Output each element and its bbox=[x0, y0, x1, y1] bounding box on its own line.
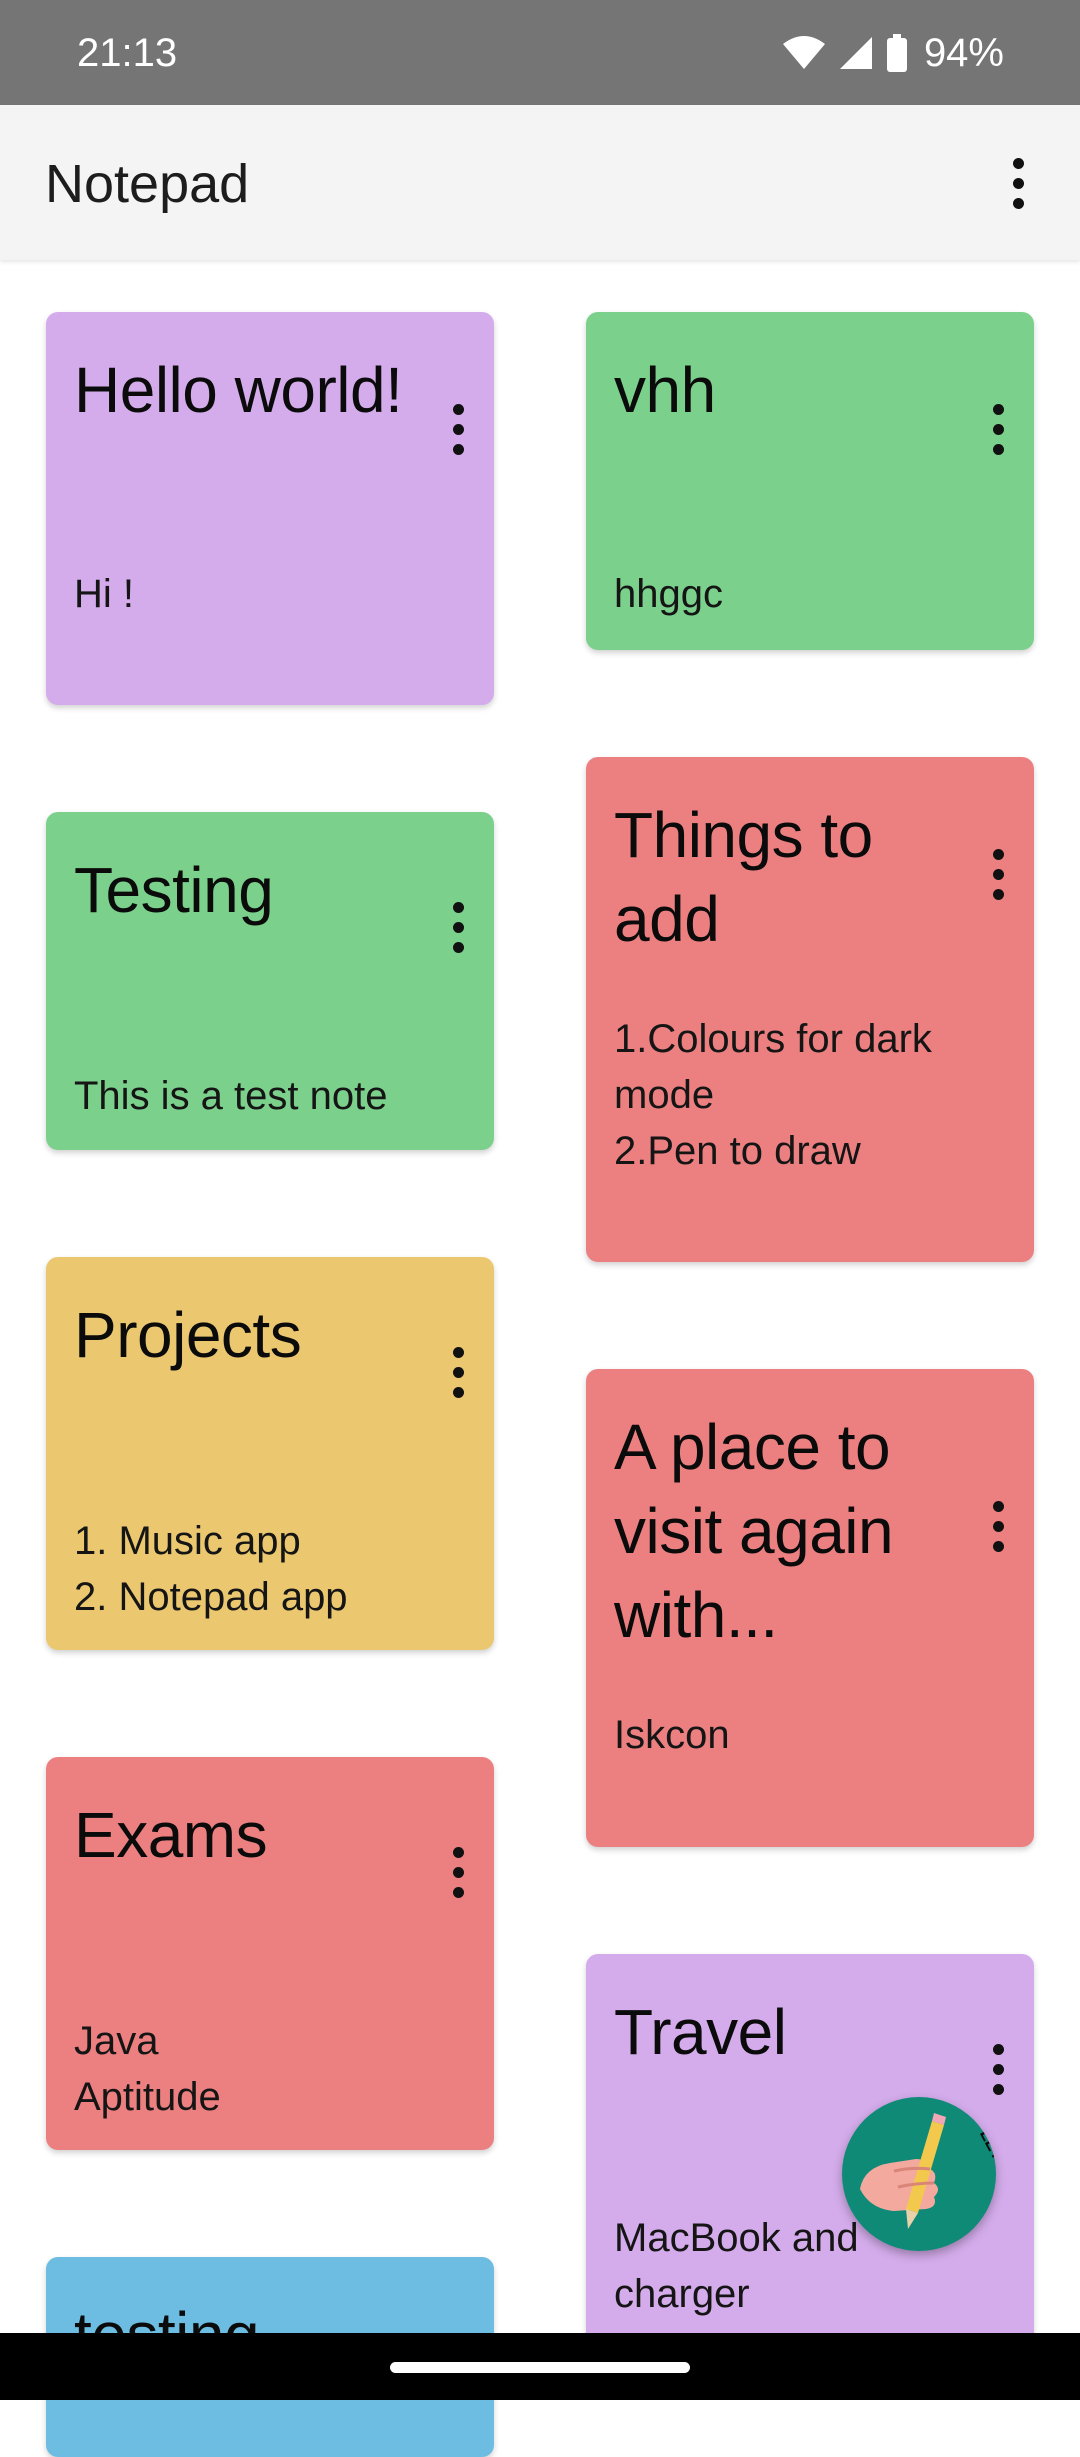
battery-percentage: 94% bbox=[923, 31, 1004, 75]
gesture-handle[interactable] bbox=[390, 2362, 690, 2373]
add-note-button[interactable]: LET'S DO THIS bbox=[842, 2097, 996, 2251]
signal-icon bbox=[838, 35, 874, 71]
note-body: Iskcon bbox=[614, 1713, 730, 1757]
note-body: 1.Colours for dark mode 2.Pen to draw bbox=[614, 1017, 932, 1173]
note-title: Testing bbox=[74, 854, 274, 926]
navigation-bar bbox=[0, 2333, 1080, 2400]
note-body: hhggc bbox=[614, 572, 723, 616]
note-card[interactable]: Projects 1. Music app 2. Notepad app bbox=[46, 1257, 494, 1650]
wifi-icon bbox=[782, 35, 826, 71]
note-card[interactable]: Testing This is a test note bbox=[46, 812, 494, 1150]
note-body: Java Aptitude bbox=[74, 2019, 221, 2119]
note-menu-icon[interactable] bbox=[438, 1347, 478, 1398]
note-title: Hello world! bbox=[74, 354, 403, 426]
status-icons: 94% bbox=[782, 28, 1004, 78]
note-card[interactable]: Exams Java Aptitude bbox=[46, 1757, 494, 2150]
app-bar: Notepad bbox=[0, 105, 1080, 260]
note-title: A place to visit again with... bbox=[614, 1411, 894, 1651]
note-card[interactable]: Hello world! Hi ! bbox=[46, 312, 494, 705]
note-title: vhh bbox=[614, 354, 716, 426]
note-menu-icon[interactable] bbox=[438, 404, 478, 455]
note-menu-icon[interactable] bbox=[438, 902, 478, 953]
note-card[interactable]: A place to visit again with... Iskcon bbox=[586, 1369, 1034, 1847]
status-time: 21:13 bbox=[77, 31, 178, 75]
note-card[interactable]: Things to add 1.Colours for dark mode 2.… bbox=[586, 757, 1034, 1262]
note-menu-icon[interactable] bbox=[978, 2044, 1018, 2095]
app-title: Notepad bbox=[45, 154, 250, 214]
note-title: Things to add bbox=[614, 799, 873, 955]
note-title: Travel bbox=[614, 1996, 787, 2068]
note-title: Projects bbox=[74, 1299, 302, 1371]
note-menu-icon[interactable] bbox=[438, 1847, 478, 1898]
note-menu-icon[interactable] bbox=[978, 1501, 1018, 1552]
note-body: 1. Music app 2. Notepad app bbox=[74, 1519, 348, 1619]
battery-icon bbox=[886, 34, 908, 72]
more-vertical-icon[interactable] bbox=[998, 158, 1038, 209]
note-body: Hi ! bbox=[74, 572, 134, 616]
note-body: This is a test note bbox=[74, 1074, 388, 1118]
note-menu-icon[interactable] bbox=[978, 849, 1018, 900]
note-title: Exams bbox=[74, 1799, 268, 1871]
note-card[interactable]: vhh hhggc bbox=[586, 312, 1034, 650]
status-bar: 21:13 94% bbox=[0, 0, 1080, 105]
note-menu-icon[interactable] bbox=[978, 404, 1018, 455]
